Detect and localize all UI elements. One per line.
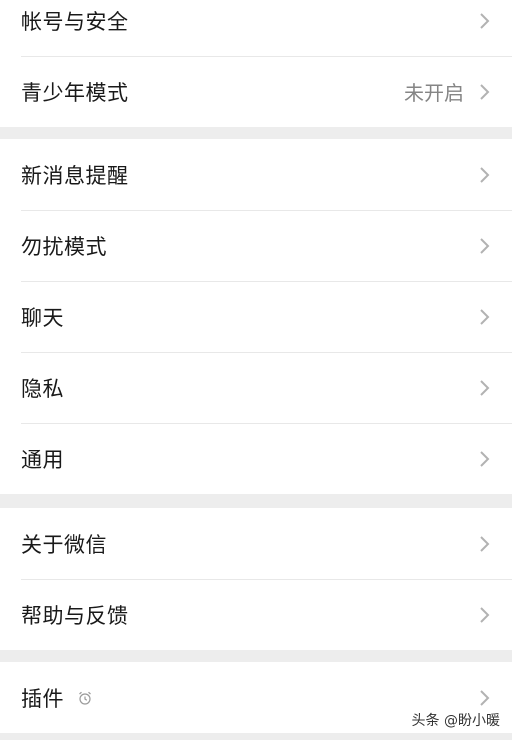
row-label: 插件 xyxy=(21,686,64,711)
settings-group-account: 帐号与安全 青少年模式 未开启 xyxy=(0,0,512,127)
chevron-right-icon xyxy=(480,535,490,552)
chevron-right-icon xyxy=(480,12,490,29)
alarm-clock-icon xyxy=(79,691,91,705)
chevron-right-icon xyxy=(480,166,490,183)
settings-row-new-message-alerts[interactable]: 新消息提醒 xyxy=(0,139,512,210)
chevron-right-icon xyxy=(480,450,490,467)
row-label: 勿扰模式 xyxy=(21,234,107,259)
row-label: 青少年模式 xyxy=(21,80,129,105)
row-label: 聊天 xyxy=(21,305,64,330)
chevron-right-icon xyxy=(480,308,490,325)
row-label: 通用 xyxy=(21,447,64,472)
chevron-right-icon xyxy=(480,379,490,396)
settings-row-teen-mode[interactable]: 青少年模式 未开启 xyxy=(0,56,512,127)
watermark: 头条 @盼小暖 xyxy=(411,713,500,729)
settings-screen: 帐号与安全 青少年模式 未开启 新消息提醒 勿扰模式 聊天 隐私 通用 关于微信… xyxy=(0,0,512,740)
chevron-right-icon xyxy=(480,689,490,706)
row-label: 隐私 xyxy=(21,376,64,401)
settings-row-account-security[interactable]: 帐号与安全 xyxy=(0,0,512,56)
chevron-right-icon xyxy=(480,237,490,254)
row-value: 未开启 xyxy=(404,81,464,105)
settings-row-privacy[interactable]: 隐私 xyxy=(0,352,512,423)
settings-row-chat[interactable]: 聊天 xyxy=(0,281,512,352)
row-label: 新消息提醒 xyxy=(21,163,129,188)
row-label: 帮助与反馈 xyxy=(21,603,129,628)
settings-row-about-wechat[interactable]: 关于微信 xyxy=(0,508,512,579)
settings-row-do-not-disturb[interactable]: 勿扰模式 xyxy=(0,210,512,281)
settings-row-help-feedback[interactable]: 帮助与反馈 xyxy=(0,579,512,650)
settings-row-general[interactable]: 通用 xyxy=(0,423,512,494)
chevron-right-icon xyxy=(480,606,490,623)
row-label: 关于微信 xyxy=(21,532,107,557)
chevron-right-icon xyxy=(480,83,490,100)
settings-group-about: 关于微信 帮助与反馈 xyxy=(0,508,512,650)
row-label: 帐号与安全 xyxy=(21,9,129,34)
settings-group-main: 新消息提醒 勿扰模式 聊天 隐私 通用 xyxy=(0,139,512,494)
